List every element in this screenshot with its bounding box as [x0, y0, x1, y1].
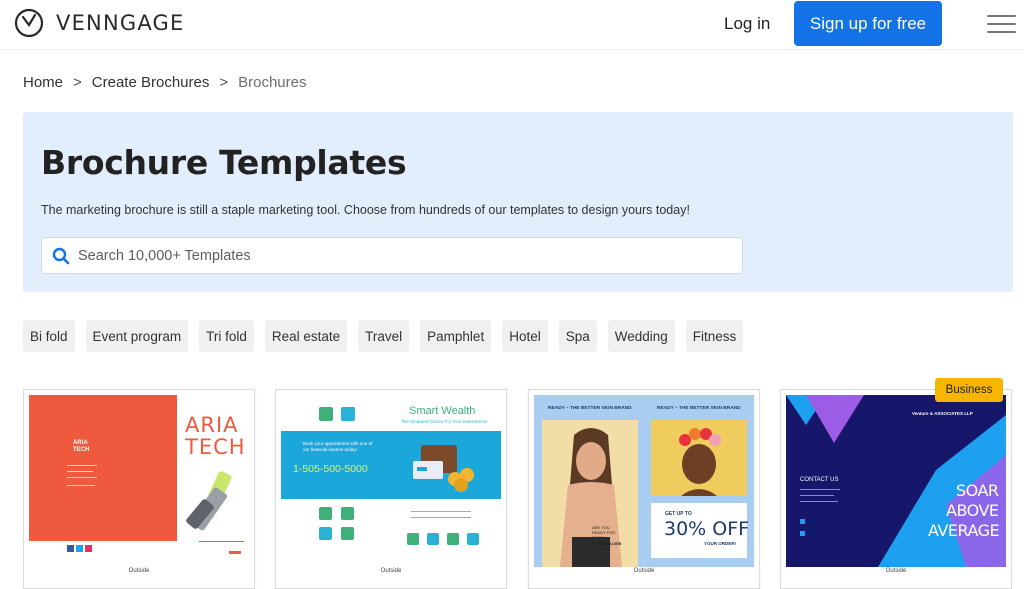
bag-icon: [341, 527, 354, 540]
dollar-icon: [407, 533, 419, 545]
chip-real-estate[interactable]: Real estate: [264, 320, 348, 352]
chip-bi-fold[interactable]: Bi fold: [23, 320, 75, 352]
search-input[interactable]: [78, 244, 718, 268]
card-caption: Outside: [128, 568, 150, 574]
hero-panel: Brochure Templates The marketing brochur…: [23, 112, 1013, 292]
tagline: ARE YOU READY FOR THIS?: [592, 525, 616, 540]
brochure-title: Smart Wealth: [409, 405, 476, 417]
phone-icon: [319, 407, 333, 421]
chat-icon: [341, 407, 355, 421]
chip-fitness[interactable]: Fitness: [685, 320, 744, 352]
template-thumbnail: Venture & ASSOCIATES LLP CONTACT US SOAR…: [786, 395, 1006, 567]
offer-headline: 30% OFF: [664, 518, 750, 540]
instagram-icon: [85, 545, 92, 552]
wallet-illustration: [413, 445, 474, 492]
page-title: Brochure Templates: [41, 143, 407, 182]
template-card-aria-tech[interactable]: ARIA TECH ARIA TECH Outside: [23, 389, 255, 589]
brochure-subtitle: The Smartest Choice For Your Investments: [401, 419, 488, 424]
template-card-smart-wealth[interactable]: Smart Wealth The Smartest Choice For You…: [275, 389, 507, 589]
facebook-icon: [800, 531, 805, 536]
brand-line: READY – THE BETTER SKIN BRAND: [657, 406, 741, 411]
breadcrumb-current: Brochures: [238, 74, 307, 91]
breadcrumb: Home > Create Brochures > Brochures: [23, 74, 306, 91]
brand-line: READY – THE BETTER SKIN BRAND: [548, 406, 632, 411]
breadcrumb-create-brochures[interactable]: Create Brochures: [92, 74, 210, 91]
facebook-icon: [67, 545, 74, 552]
twitter-icon: [76, 545, 83, 552]
breadcrumb-separator: >: [219, 74, 229, 91]
phone-icon: [319, 507, 332, 520]
chip-hotel[interactable]: Hotel: [502, 320, 548, 352]
login-link[interactable]: Log in: [724, 14, 770, 34]
booking-text: Book your appointment with one of our fi…: [303, 441, 373, 452]
search-box: [41, 237, 743, 274]
top-nav: VENNGAGE Log in Sign up for free: [0, 0, 1024, 50]
brand-name: VENNGAGE: [56, 11, 185, 35]
page-description: The marketing brochure is still a staple…: [41, 203, 690, 217]
breadcrumb-separator: >: [73, 74, 82, 91]
chip-pamphlet[interactable]: Pamphlet: [420, 320, 492, 352]
brochure-title: TECH: [185, 435, 246, 459]
clock-logo-icon: [14, 8, 44, 38]
hamburger-menu-icon[interactable]: [987, 14, 1016, 34]
venngage-logo[interactable]: VENNGAGE: [14, 8, 184, 38]
headline-line: SOAR: [956, 481, 999, 500]
chart-icon: [447, 533, 459, 545]
usb-drive-illustration: [186, 471, 232, 531]
chart-icon: [341, 507, 354, 520]
search-icon: [52, 247, 70, 265]
card-caption: Outside: [633, 568, 655, 574]
offer-bottom: YOUR ORDER!: [704, 541, 737, 546]
chip-travel[interactable]: Travel: [358, 320, 410, 352]
money-icon: [467, 533, 479, 545]
website: BeReady.com: [592, 541, 622, 546]
brochure-title: ARIA: [185, 413, 239, 437]
small-title: TECH: [73, 447, 90, 453]
headline-line: AVERAGE: [928, 521, 1000, 540]
chip-event-program[interactable]: Event program: [85, 320, 189, 352]
category-chips: Bi fold Event program Tri fold Real esta…: [23, 320, 754, 352]
headline-line: ABOVE: [946, 501, 999, 520]
flower-crown-model-photo: [679, 428, 721, 496]
chip-tri-fold[interactable]: Tri fold: [199, 320, 254, 352]
chip-spa[interactable]: Spa: [558, 320, 597, 352]
phone-number: 1-505-500-5000: [293, 463, 368, 475]
template-thumbnail: READY – THE BETTER SKIN BRAND READY – TH…: [534, 395, 754, 567]
offer-top: GET UP TO: [665, 511, 692, 517]
contact-heading: CONTACT US: [800, 477, 839, 483]
twitter-icon: [800, 519, 805, 524]
business-badge: Business: [935, 378, 1003, 402]
card-caption: Outside: [380, 568, 402, 574]
chip-wedding[interactable]: Wedding: [607, 320, 675, 352]
card-caption: Outside: [885, 568, 907, 574]
calculator-icon: [427, 533, 439, 545]
small-title: ARIA: [73, 440, 88, 446]
signup-button[interactable]: Sign up for free: [794, 1, 942, 46]
company-name: Venture & ASSOCIATES LLP: [912, 411, 973, 416]
template-thumbnail: ARIA TECH ARIA TECH: [29, 395, 249, 567]
card-icon: [319, 527, 332, 540]
template-card-soar-above-average[interactable]: Venture & ASSOCIATES LLP CONTACT US SOAR…: [780, 389, 1012, 589]
template-card-ready-skin[interactable]: READY – THE BETTER SKIN BRAND READY – TH…: [528, 389, 760, 589]
breadcrumb-home[interactable]: Home: [23, 74, 63, 91]
template-thumbnail: Smart Wealth The Smartest Choice For You…: [281, 395, 501, 567]
